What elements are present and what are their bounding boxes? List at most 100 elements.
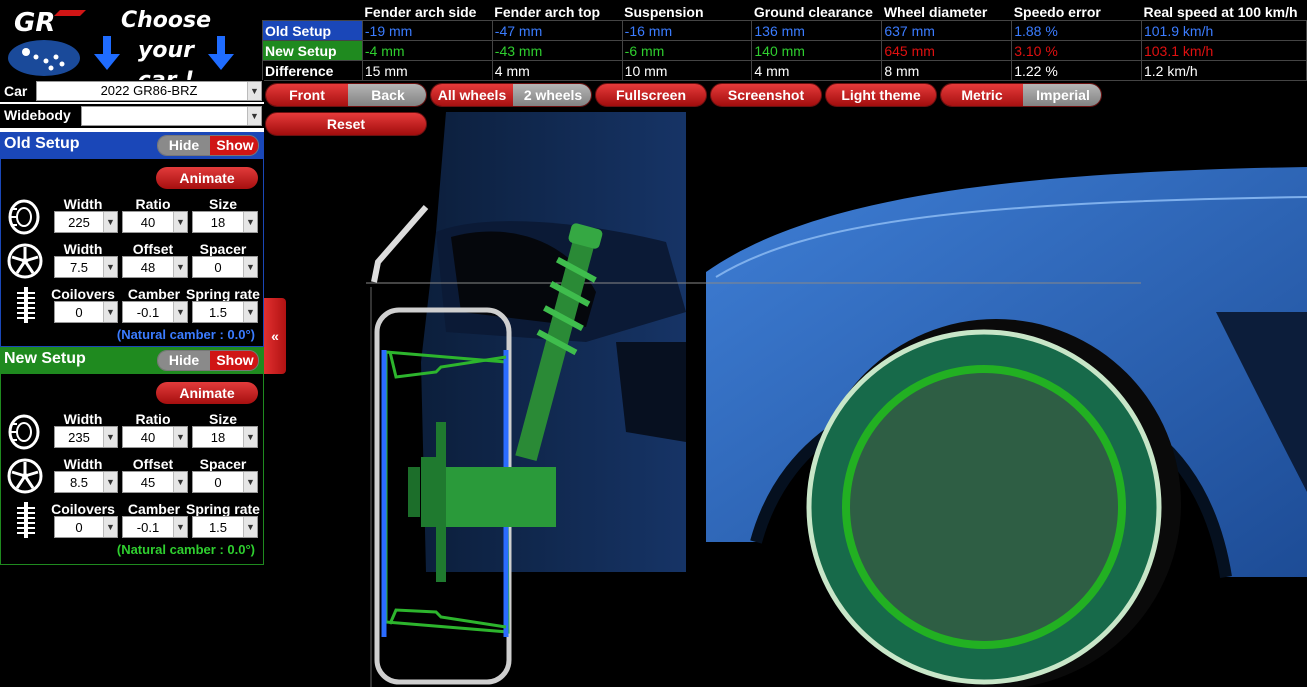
- new-camber-select[interactable]: -0.1 ▼: [122, 516, 188, 538]
- old-wheel-offset-select[interactable]: 48 ▼: [122, 256, 188, 278]
- old-coilovers-select[interactable]: 0 ▼: [54, 301, 118, 323]
- new-tire-ratio-select[interactable]: 40 ▼: [122, 426, 188, 448]
- car-label: Car: [4, 83, 28, 99]
- car-select[interactable]: 2022 GR86-BRZ ▼: [36, 81, 262, 101]
- old-setup-visibility-toggle: Hide Show: [157, 135, 259, 156]
- new-natural-camber: (Natural camber : 0.0°): [116, 542, 255, 557]
- tire-width-label: Width: [63, 411, 103, 427]
- imperial-button[interactable]: Imperial: [1023, 84, 1101, 106]
- wheel-visualization-viewport[interactable]: [286, 112, 1307, 687]
- dropdown-arrow-icon: ▼: [243, 302, 257, 322]
- old-tire-width-select[interactable]: 225 ▼: [54, 211, 118, 233]
- settings-panel: Car 2022 GR86-BRZ ▼ Widebody ▼ Old Setup…: [0, 80, 264, 565]
- new-setup-body: Animate Width Ratio Size 235▼ 40▼ 18▼: [0, 373, 264, 565]
- widebody-select[interactable]: ▼: [81, 106, 262, 126]
- spring-rate-label: Spring rate: [186, 286, 260, 302]
- new-wheel-offset-select[interactable]: 45 ▼: [122, 471, 188, 493]
- units-toggle: Metric Imperial: [940, 83, 1102, 107]
- dropdown-arrow-icon: ▼: [173, 212, 187, 232]
- tire-icon: [8, 414, 40, 450]
- old-show-button[interactable]: Show: [210, 136, 258, 155]
- screenshot-button[interactable]: Screenshot: [710, 83, 822, 107]
- fullscreen-button[interactable]: Fullscreen: [595, 83, 707, 107]
- col-header: Fender arch top: [492, 0, 623, 21]
- old-setup-header: Old Setup Hide Show: [0, 132, 264, 158]
- rim-icon: [7, 458, 43, 494]
- old-hide-button[interactable]: Hide: [158, 136, 210, 155]
- table-row-difference: Difference 15 mm 4 mm 10 mm 4 mm 8 mm 1.…: [262, 60, 1307, 81]
- new-hide-button[interactable]: Hide: [158, 351, 210, 370]
- back-button[interactable]: Back: [348, 84, 426, 106]
- new-wheel-width-select[interactable]: 8.5 ▼: [54, 471, 118, 493]
- camber-label: Camber: [127, 501, 181, 517]
- rim-icon: [7, 243, 43, 279]
- tire-size-label: Size: [208, 196, 237, 212]
- front-button[interactable]: Front: [266, 84, 348, 106]
- dropdown-arrow-icon: ▼: [243, 472, 257, 492]
- widebody-select-row: Widebody ▼: [0, 104, 264, 128]
- old-setup-title: Old Setup: [4, 135, 80, 152]
- dropdown-arrow-icon: ▼: [103, 212, 117, 232]
- old-spring-rate-select[interactable]: 1.5 ▼: [192, 301, 258, 323]
- new-setup-header: New Setup Hide Show: [0, 347, 264, 373]
- table-cell: -16 mm: [621, 20, 753, 41]
- wheel-width-label: Width: [63, 241, 103, 257]
- old-wheel-width-select[interactable]: 7.5 ▼: [54, 256, 118, 278]
- arrow-down-icon: [208, 36, 234, 70]
- wheels-toggle: All wheels 2 wheels: [430, 83, 592, 107]
- row-label: Old Setup: [262, 20, 363, 41]
- new-coilovers-select[interactable]: 0 ▼: [54, 516, 118, 538]
- new-tire-size-select[interactable]: 18 ▼: [192, 426, 258, 448]
- old-animate-button[interactable]: Animate: [156, 167, 258, 189]
- view-toggle: Front Back: [265, 83, 427, 107]
- table-cell: 1.88 %: [1011, 20, 1142, 41]
- light-theme-button[interactable]: Light theme: [825, 83, 937, 107]
- tire-ratio-label: Ratio: [135, 411, 171, 427]
- old-setup-block: Old Setup Hide Show Animate Width Ratio …: [0, 132, 264, 347]
- table-cell: 645 mm: [881, 40, 1013, 61]
- dropdown-arrow-icon: ▼: [173, 472, 187, 492]
- table-cell: -6 mm: [621, 40, 753, 61]
- table-cell: 101.9 km/h: [1140, 20, 1307, 41]
- all-wheels-button[interactable]: All wheels: [431, 84, 513, 106]
- old-camber-select[interactable]: -0.1 ▼: [122, 301, 188, 323]
- coilover-icon: [17, 502, 35, 538]
- table-row-new: New Setup -4 mm -43 mm -6 mm 140 mm 645 …: [262, 40, 1307, 61]
- new-show-button[interactable]: Show: [210, 351, 258, 370]
- dropdown-arrow-icon: ▼: [173, 302, 187, 322]
- car-select-value: 2022 GR86-BRZ: [100, 83, 198, 98]
- dropdown-arrow-icon: ▼: [243, 517, 257, 537]
- reset-button[interactable]: Reset: [265, 112, 427, 136]
- old-natural-camber: (Natural camber : 0.0°): [116, 327, 255, 342]
- dropdown-arrow-icon: ▼: [243, 257, 257, 277]
- collapse-panel-tab[interactable]: «: [264, 298, 286, 374]
- new-spring-rate-select[interactable]: 1.5 ▼: [192, 516, 258, 538]
- new-setup-block: New Setup Hide Show Animate Width Ratio …: [0, 347, 264, 565]
- old-tire-ratio-select[interactable]: 40 ▼: [122, 211, 188, 233]
- new-setup-title: New Setup: [4, 350, 86, 367]
- col-header: Suspension: [622, 0, 752, 21]
- spring-rate-label: Spring rate: [186, 501, 260, 517]
- old-tire-size-select[interactable]: 18 ▼: [192, 211, 258, 233]
- tire-ratio-label: Ratio: [135, 196, 171, 212]
- coilovers-label: Coilovers: [51, 286, 115, 302]
- dropdown-arrow-icon: ▼: [103, 257, 117, 277]
- col-header: Ground clearance: [751, 0, 882, 21]
- dropdown-arrow-icon: ▼: [247, 107, 261, 125]
- metric-button[interactable]: Metric: [941, 84, 1023, 106]
- new-tire-width-select[interactable]: 235 ▼: [54, 426, 118, 448]
- tire-icon: [8, 199, 40, 235]
- new-animate-button[interactable]: Animate: [156, 382, 258, 404]
- old-wheel-spacer-select[interactable]: 0 ▼: [192, 256, 258, 278]
- table-cell: -47 mm: [491, 20, 623, 41]
- dropdown-arrow-icon: ▼: [173, 257, 187, 277]
- coilover-icon: [17, 287, 35, 323]
- table-cell: 10 mm: [621, 60, 753, 81]
- col-header: Real speed at 100 km/h: [1141, 0, 1307, 21]
- table-cell: -43 mm: [491, 40, 623, 61]
- new-wheel-spacer-select[interactable]: 0 ▼: [192, 471, 258, 493]
- comparison-table: Fender arch side Fender arch top Suspens…: [262, 0, 1307, 81]
- two-wheels-button[interactable]: 2 wheels: [513, 84, 591, 106]
- wheel-spacer-label: Spacer: [199, 241, 247, 257]
- dropdown-arrow-icon: ▼: [103, 472, 117, 492]
